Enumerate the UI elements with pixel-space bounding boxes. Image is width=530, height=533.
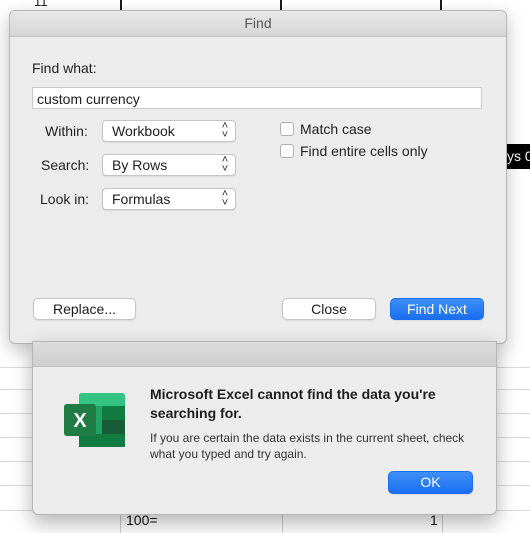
within-label: Within: [45, 123, 88, 139]
find-next-button[interactable]: Find Next [390, 298, 484, 320]
within-select[interactable]: Workbook ˄ ˅ [102, 120, 236, 142]
chevron-up-down-icon: ˄ ˅ [221, 120, 229, 141]
entire-cells-label[interactable]: Find entire cells only [300, 143, 428, 159]
search-value: By Rows [112, 157, 168, 173]
find-what-input[interactable]: custom currency [32, 87, 482, 109]
highlighted-cell[interactable]: ys 0 [505, 144, 530, 169]
close-button[interactable]: Close [282, 298, 376, 320]
chevron-up-down-icon: ˄ ˅ [221, 154, 229, 175]
alert-title: Microsoft Excel cannot find the data you… [150, 386, 436, 421]
ok-button[interactable]: OK [388, 471, 473, 494]
find-dialog: Find Find what: custom currency Within: … [9, 10, 507, 344]
find-what-label: Find what: [32, 60, 97, 76]
alert-title-bar [33, 342, 496, 367]
not-found-alert: X Microsoft Excel cannot find the data y… [32, 341, 497, 515]
look-in-select[interactable]: Formulas ˄ ˅ [102, 188, 236, 210]
dialog-title: Find [10, 11, 506, 37]
excel-icon-letter: X [73, 410, 87, 432]
within-value: Workbook [112, 123, 175, 139]
cell[interactable]: 11 [34, 0, 48, 9]
chevron-up-down-icon: ˄ ˅ [221, 188, 229, 209]
search-select[interactable]: By Rows ˄ ˅ [102, 154, 236, 176]
entire-cells-checkbox[interactable] [280, 144, 294, 158]
alert-message: If you are certain the data exists in th… [150, 431, 465, 461]
excel-app-icon: X [64, 393, 125, 447]
look-in-value: Formulas [112, 191, 171, 207]
match-case-label[interactable]: Match case [300, 121, 372, 137]
replace-button[interactable]: Replace... [33, 298, 136, 320]
search-label: Search: [41, 157, 90, 173]
look-in-label: Look in: [40, 191, 90, 207]
match-case-checkbox[interactable] [280, 122, 294, 136]
